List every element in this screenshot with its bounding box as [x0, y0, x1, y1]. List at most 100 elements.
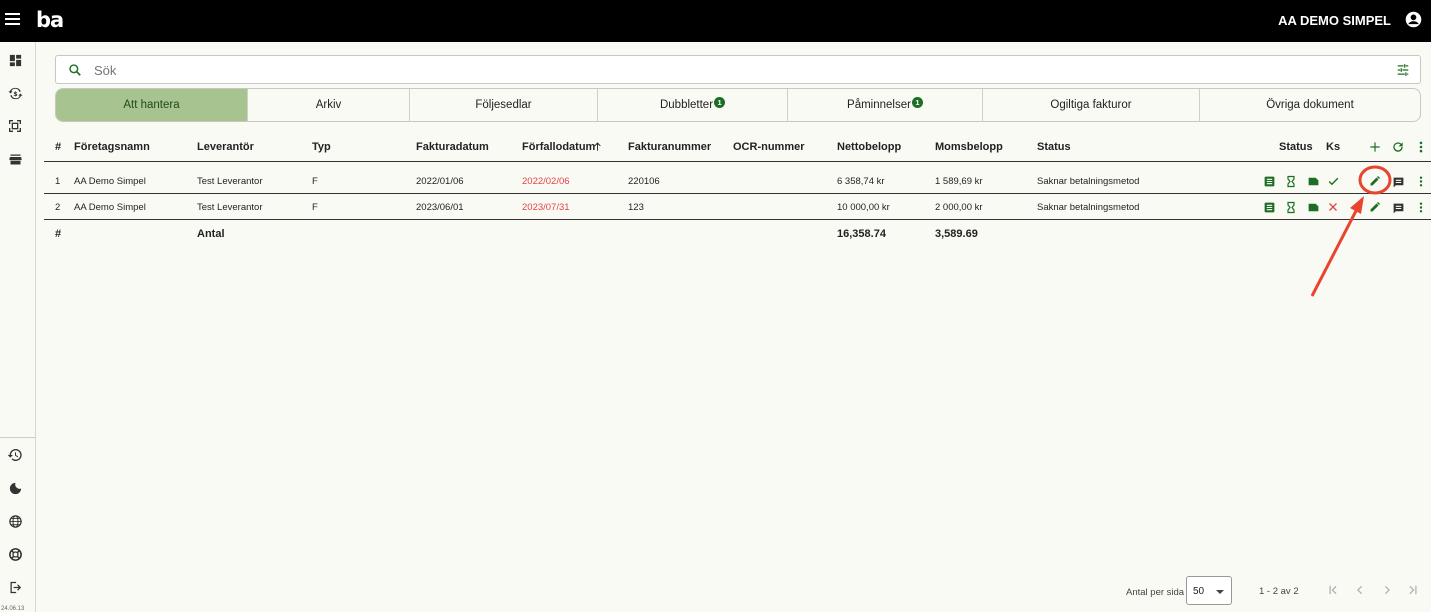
label-icon[interactable]	[1307, 175, 1320, 188]
top-bar: ba AA DEMO SIMPEL	[0, 0, 1431, 42]
cell-num: 1	[55, 176, 61, 187]
tab-dubbletter[interactable]: Dubbletter 1	[598, 89, 788, 121]
sync-money-icon[interactable]: $	[6, 84, 24, 102]
totals-net: 16,358.74	[837, 228, 886, 240]
close-icon	[1329, 203, 1337, 211]
col-due-date[interactable]: Förfallodatum	[522, 141, 595, 153]
col-supplier[interactable]: Leverantör	[197, 141, 254, 153]
page-range: 1 - 2 av 2	[1259, 586, 1299, 597]
col-status[interactable]: Status	[1037, 141, 1071, 153]
tab-arkiv[interactable]: Arkiv	[248, 89, 410, 121]
sort-arrow-up-icon[interactable]	[592, 141, 603, 152]
count-badge: 1	[714, 96, 726, 108]
comment-icon[interactable]	[1392, 202, 1405, 215]
col-status-icons: Status	[1279, 141, 1313, 153]
logout-icon[interactable]	[6, 578, 24, 596]
app-logo[interactable]: ba	[36, 8, 64, 32]
totals-label: Antal	[197, 228, 225, 240]
cell-invoice-date: 2023/06/01	[416, 202, 464, 213]
edit-pencil-icon[interactable]	[1369, 175, 1381, 187]
per-page-select[interactable]: 50	[1186, 576, 1232, 605]
per-page-label: Antal per sida	[1126, 587, 1185, 598]
document-lines-icon[interactable]	[1263, 201, 1276, 214]
version-label: 24.06.13	[1, 606, 25, 612]
col-ks: Ks	[1326, 141, 1341, 153]
col-num: #	[55, 141, 62, 153]
tab-label: Dubbletter	[659, 99, 714, 111]
search-icon	[69, 64, 81, 76]
row-more-icon[interactable]	[1417, 201, 1425, 214]
dashboard-icon[interactable]	[6, 51, 24, 69]
tab-label: Arkiv	[315, 99, 342, 111]
col-invoice-number[interactable]: Fakturanummer	[628, 141, 711, 153]
menu-icon[interactable]	[5, 13, 20, 27]
account-icon[interactable]	[1405, 11, 1422, 28]
tab-ovriga-dokument[interactable]: Övriga dokument	[1200, 89, 1420, 121]
cell-type: F	[312, 202, 318, 213]
cell-invoice-date: 2022/01/06	[416, 176, 464, 187]
search-input[interactable]	[94, 60, 1294, 80]
row-more-icon[interactable]	[1417, 175, 1425, 188]
moon-icon[interactable]	[6, 479, 24, 497]
next-page-icon[interactable]	[1380, 583, 1394, 597]
check-icon	[1328, 177, 1339, 186]
tab-label: Följesedlar	[475, 99, 532, 111]
table-row[interactable]: 2 AA Demo Simpel Test Leverantor F 2023/…	[44, 194, 1431, 220]
document-lines-icon[interactable]	[1263, 175, 1276, 188]
table-row[interactable]: 1 AA Demo Simpel Test Leverantor F 2022/…	[44, 168, 1431, 194]
hourglass-icon[interactable]	[1285, 201, 1297, 214]
cell-status: Saknar betalningsmetod	[1037, 202, 1140, 213]
history-icon[interactable]	[6, 446, 24, 464]
company-name[interactable]: AA DEMO SIMPEL	[1278, 13, 1391, 28]
count-badge: 1	[911, 96, 923, 108]
comment-icon[interactable]	[1392, 176, 1405, 189]
scan-icon[interactable]	[6, 117, 24, 135]
store-icon[interactable]	[6, 150, 24, 168]
edit-pencil-icon[interactable]	[1369, 201, 1381, 213]
tab-bar: Att hantera Arkiv Följesedlar Dubbletter…	[55, 88, 1421, 122]
refresh-icon[interactable]	[1391, 140, 1405, 154]
col-ocr[interactable]: OCR-nummer	[733, 141, 805, 153]
cell-invoice-number: 220106	[628, 176, 660, 187]
col-vat[interactable]: Momsbelopp	[935, 141, 1003, 153]
prev-page-icon[interactable]	[1353, 583, 1367, 597]
tab-foljesedlar[interactable]: Följesedlar	[410, 89, 598, 121]
cell-supplier: Test Leverantor	[197, 202, 263, 213]
cell-supplier: Test Leverantor	[197, 176, 263, 187]
col-type[interactable]: Typ	[312, 141, 331, 153]
svg-text:$: $	[13, 89, 17, 97]
tab-att-hantera[interactable]: Att hantera	[56, 89, 248, 121]
hourglass-icon[interactable]	[1285, 175, 1297, 188]
totals-row: # Antal 16,358.74 3,589.69	[44, 220, 1431, 246]
cell-vat: 2 000,00 kr	[935, 202, 983, 213]
cell-due-date: 2022/02/06	[522, 176, 570, 187]
filter-settings-icon[interactable]	[1396, 63, 1410, 77]
col-invoice-date[interactable]: Fakturadatum	[416, 141, 489, 153]
more-vert-icon[interactable]	[1416, 140, 1426, 154]
add-icon[interactable]	[1368, 140, 1382, 154]
caret-down-icon	[1216, 590, 1224, 594]
lifebuoy-icon[interactable]	[6, 545, 24, 563]
label-icon[interactable]	[1307, 201, 1320, 214]
cell-company: AA Demo Simpel	[74, 202, 146, 213]
cell-status: Saknar betalningsmetod	[1037, 176, 1140, 187]
tab-paminnelser[interactable]: Påminnelser 1	[788, 89, 983, 121]
tab-label: Övriga dokument	[1266, 99, 1354, 111]
first-page-icon[interactable]	[1326, 583, 1340, 597]
side-rail: $ 24.06.13	[0, 42, 36, 612]
globe-icon[interactable]	[6, 512, 24, 530]
tab-label: Att hantera	[123, 99, 180, 111]
totals-num: #	[55, 228, 62, 240]
tab-label: Ogiltiga fakturor	[1050, 99, 1132, 111]
cell-company: AA Demo Simpel	[74, 176, 146, 187]
last-page-icon[interactable]	[1406, 583, 1420, 597]
totals-vat: 3,589.69	[935, 228, 978, 240]
cell-type: F	[312, 176, 318, 187]
cell-vat: 1 589,69 kr	[935, 176, 983, 187]
tab-ogiltiga-fakturor[interactable]: Ogiltiga fakturor	[983, 89, 1200, 121]
tab-label: Påminnelser	[847, 99, 911, 111]
cell-num: 2	[55, 202, 61, 213]
col-company[interactable]: Företagsnamn	[74, 141, 150, 153]
search-bar	[55, 55, 1421, 84]
col-net[interactable]: Nettobelopp	[837, 141, 901, 153]
